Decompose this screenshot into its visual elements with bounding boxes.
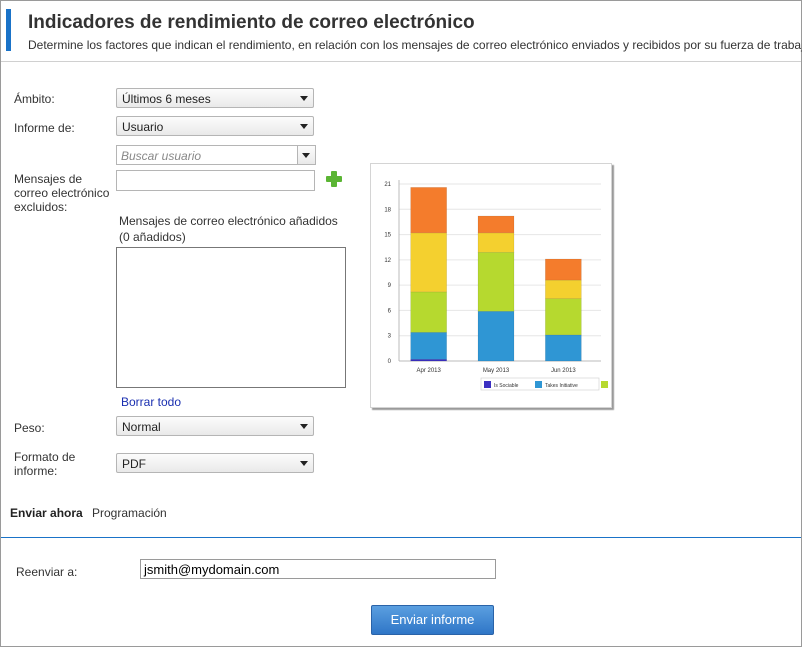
header-divider (1, 61, 801, 62)
excluded-label-line1: Mensajes de (14, 172, 83, 186)
bar-segment (477, 232, 515, 253)
legend-swatch (601, 381, 608, 388)
excluded-label-line3: excluidos: (14, 200, 68, 214)
chevron-down-icon (300, 461, 308, 466)
search-user-placeholder: Buscar usuario (121, 149, 202, 163)
added-caption-line1: Mensajes de correo electrónico añadidos (119, 214, 338, 228)
added-emails-list[interactable] (116, 247, 346, 388)
excluded-label-line2: correo electrónico (14, 186, 110, 200)
plus-icon[interactable] (326, 171, 342, 187)
bar-segment (410, 291, 447, 333)
title-accent-bar (6, 9, 11, 51)
report-panel: Indicadores de rendimiento de correo ele… (0, 0, 802, 647)
y-tick-label: 18 (384, 207, 391, 213)
chart-svg: 0 3 6 9 12 15 18 21 Apr 2013 May 2013 Jun 2013 Is S… (384, 180, 608, 391)
legend-swatch (484, 381, 491, 388)
y-tick-label: 6 (388, 308, 392, 314)
added-emails-caption: Mensajes de correo electrónico añadidos … (119, 213, 338, 245)
scope-select[interactable]: Últimos 6 meses (116, 88, 314, 108)
bar-segment (477, 252, 515, 312)
report-of-label: Informe de: (14, 121, 75, 135)
excluded-email-input[interactable] (116, 170, 315, 191)
chevron-down-icon (300, 124, 308, 129)
legend-label: Takes Initiative (545, 383, 578, 389)
tab-schedule[interactable]: Programación (92, 506, 167, 520)
chevron-down-icon (300, 96, 308, 101)
y-tick-label: 12 (384, 258, 391, 264)
bar-segment (410, 232, 447, 293)
y-tick-label: 3 (388, 334, 392, 340)
chevron-down-icon (300, 424, 308, 429)
clear-all-link[interactable]: Borrar todo (121, 395, 181, 409)
search-user-combobox[interactable]: Buscar usuario (116, 145, 316, 165)
x-tick-label: Jun 2013 (551, 368, 576, 374)
forward-to-label: Reenviar a: (16, 565, 78, 579)
report-of-value: Usuario (122, 120, 164, 134)
y-tick-label: 9 (388, 283, 392, 289)
chart-preview: 0 3 6 9 12 15 18 21 Apr 2013 May 2013 Jun 2013 Is S… (370, 163, 612, 408)
format-select[interactable]: PDF (116, 453, 314, 473)
email-value: jsmith@mydomain.com (144, 562, 280, 577)
bar-segment (545, 298, 582, 336)
y-tick-label: 15 (384, 233, 391, 239)
weight-select[interactable]: Normal (116, 416, 314, 436)
legend-label: Is Sociable (494, 383, 519, 389)
y-tick-label: 0 (388, 359, 392, 365)
x-tick-label: Apr 2013 (416, 368, 441, 374)
added-caption-line2: (0 añadidos) (119, 230, 186, 244)
bar-segment (545, 258, 582, 281)
bar-segment (477, 311, 515, 362)
page-subtitle: Determine los factores que indican el re… (28, 38, 802, 52)
scope-value: Últimos 6 meses (122, 92, 211, 106)
bar-segment (545, 334, 582, 362)
legend-swatch (535, 381, 542, 388)
x-tick-label: May 2013 (483, 368, 510, 374)
email-field[interactable]: jsmith@mydomain.com (140, 559, 496, 579)
search-user-dropdown-button[interactable] (297, 146, 315, 164)
send-report-button[interactable]: Enviar informe (371, 605, 494, 635)
tab-divider (1, 537, 801, 538)
weight-value: Normal (122, 420, 161, 434)
tab-send-now[interactable]: Enviar ahora (10, 506, 83, 520)
bar-segment (477, 215, 515, 234)
bar-segment (410, 332, 447, 360)
format-value: PDF (122, 457, 146, 471)
bar-segment (410, 187, 447, 234)
bar-segment (545, 279, 582, 299)
excluded-label: Mensajes de correo electrónico excluidos… (14, 172, 109, 214)
format-label-line1: Formato de (14, 450, 76, 464)
bar-segment (410, 359, 447, 362)
format-label: Formato de informe: (14, 450, 75, 478)
scope-label: Ámbito: (14, 92, 55, 106)
format-label-line2: informe: (14, 464, 58, 478)
weight-label: Peso: (14, 421, 45, 435)
report-of-select[interactable]: Usuario (116, 116, 314, 136)
y-tick-label: 21 (384, 182, 391, 188)
page-title: Indicadores de rendimiento de correo ele… (28, 12, 475, 33)
